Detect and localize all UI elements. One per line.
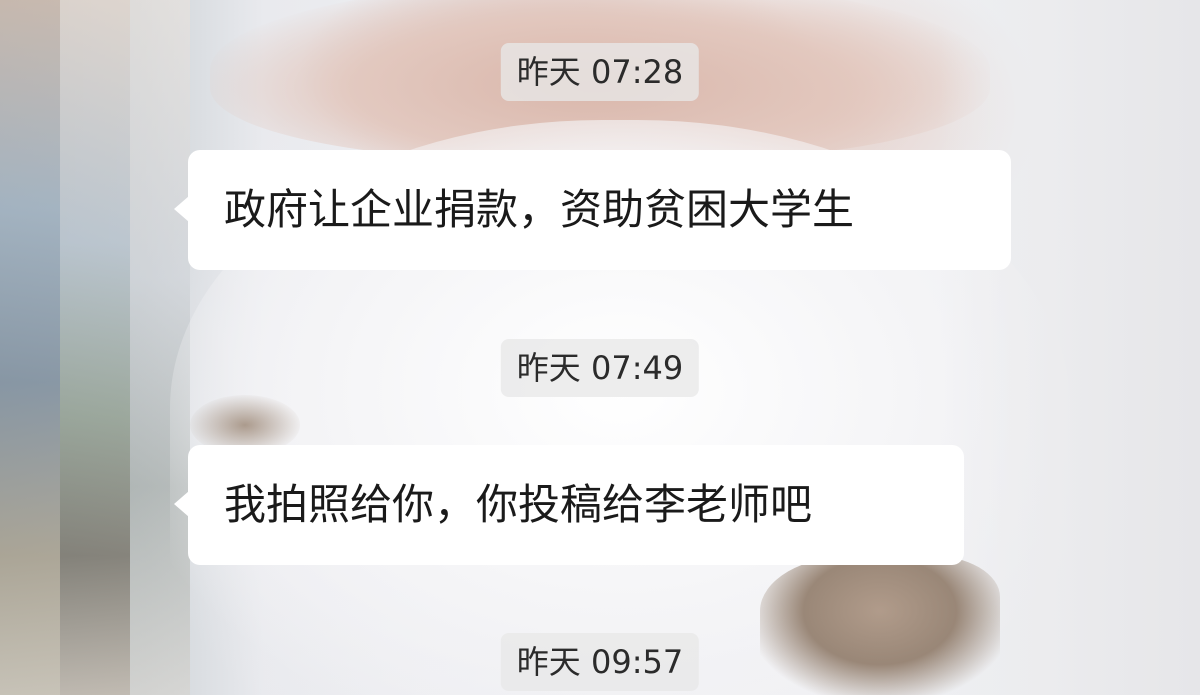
- message-timestamp: 昨天 09:57: [500, 633, 700, 691]
- received-message-bubble[interactable]: 政府让企业捐款，资助贫困大学生: [174, 150, 1011, 270]
- message-timestamp: 昨天 07:49: [500, 339, 700, 397]
- message-timestamp: 昨天 07:28: [500, 43, 700, 101]
- chat-message-list: 昨天 07:28 政府让企业捐款，资助贫困大学生 昨天 07:49 我拍照给你，…: [0, 0, 1200, 695]
- received-message-bubble[interactable]: 我拍照给你，你投稿给李老师吧: [174, 445, 964, 565]
